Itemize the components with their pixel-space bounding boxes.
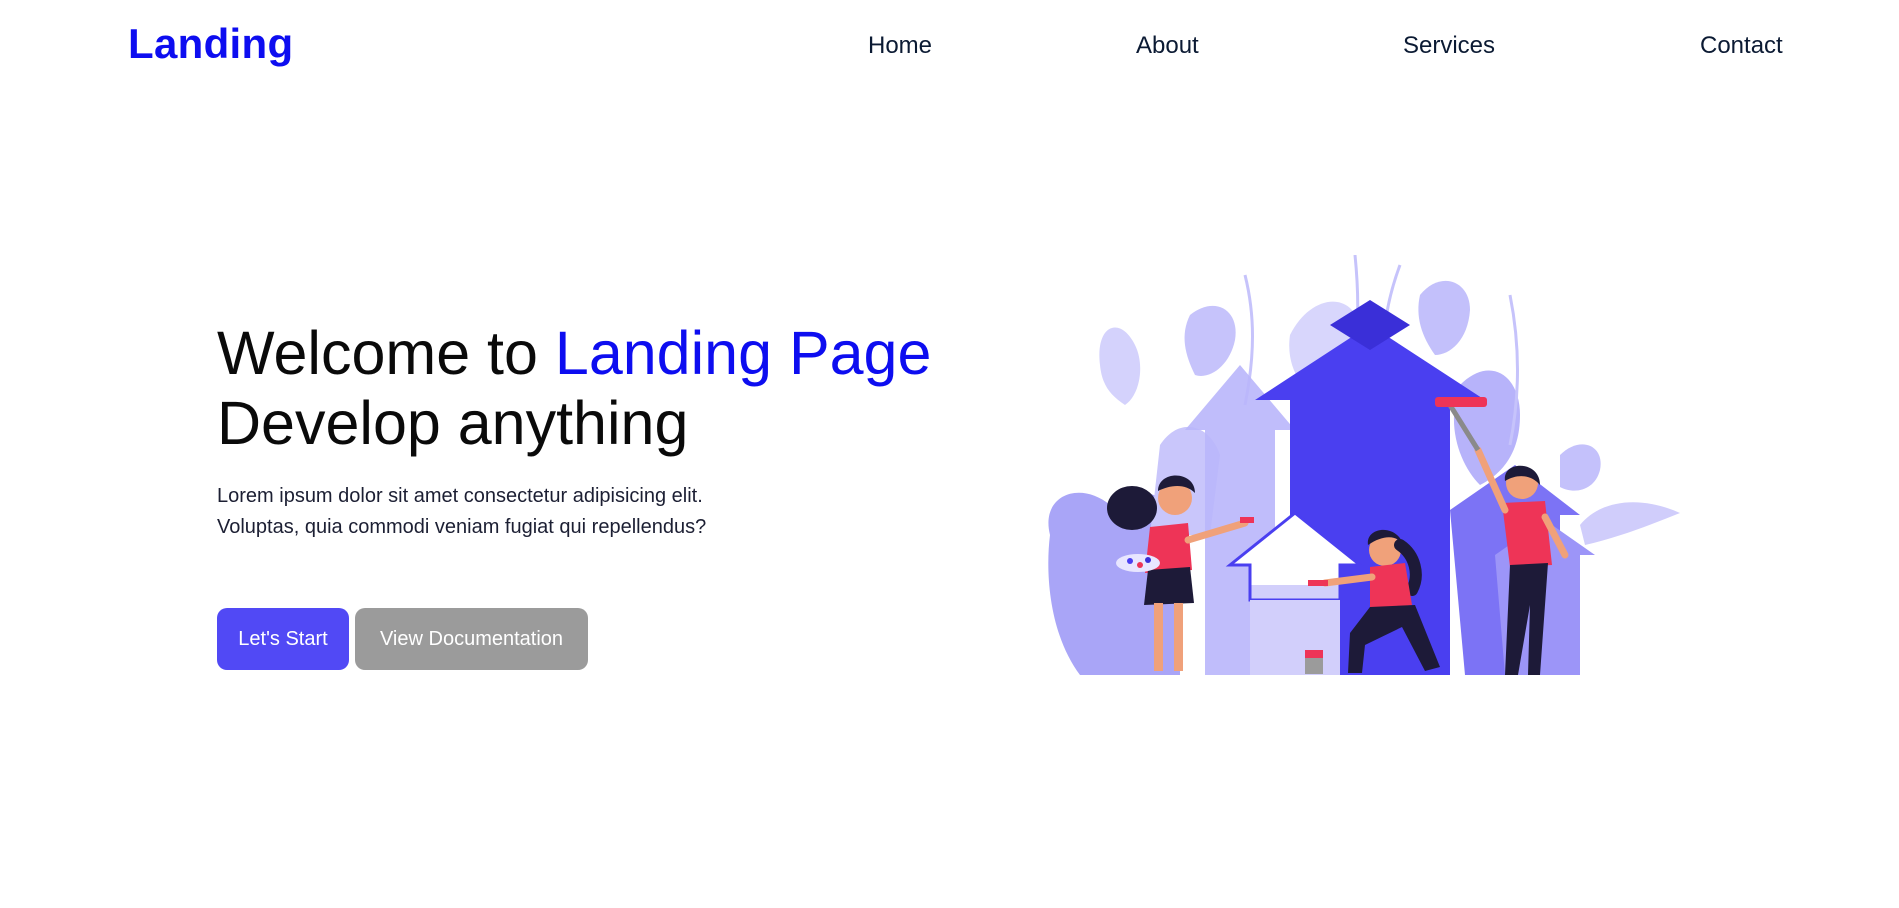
hero-title-prefix: Welcome to bbox=[217, 319, 555, 387]
hero-description-line1: Lorem ipsum dolor sit amet consectetur a… bbox=[217, 485, 703, 507]
lets-start-button[interactable]: Let's Start bbox=[217, 608, 349, 670]
team-painting-house-illustration bbox=[1048, 255, 1680, 675]
nav-link-about[interactable]: About bbox=[1136, 32, 1199, 60]
hero-title-line2: Develop anything bbox=[217, 389, 689, 457]
navbar: Landing Home About Services Contact bbox=[0, 0, 1899, 90]
logo[interactable]: Landing bbox=[128, 20, 293, 68]
nav-link-home[interactable]: Home bbox=[868, 32, 932, 60]
hero-title-accent: Landing Page bbox=[554, 319, 932, 387]
view-documentation-button[interactable]: View Documentation bbox=[355, 608, 588, 670]
nav-link-contact[interactable]: Contact bbox=[1700, 32, 1783, 60]
hero-title: Welcome to Landing Page Develop anything bbox=[217, 318, 931, 458]
hero-description-line2: Voluptas, quia commodi veniam fugiat qui… bbox=[217, 516, 707, 538]
hero-description: Lorem ipsum dolor sit amet consectetur a… bbox=[217, 481, 706, 543]
nav-link-services[interactable]: Services bbox=[1403, 32, 1495, 60]
